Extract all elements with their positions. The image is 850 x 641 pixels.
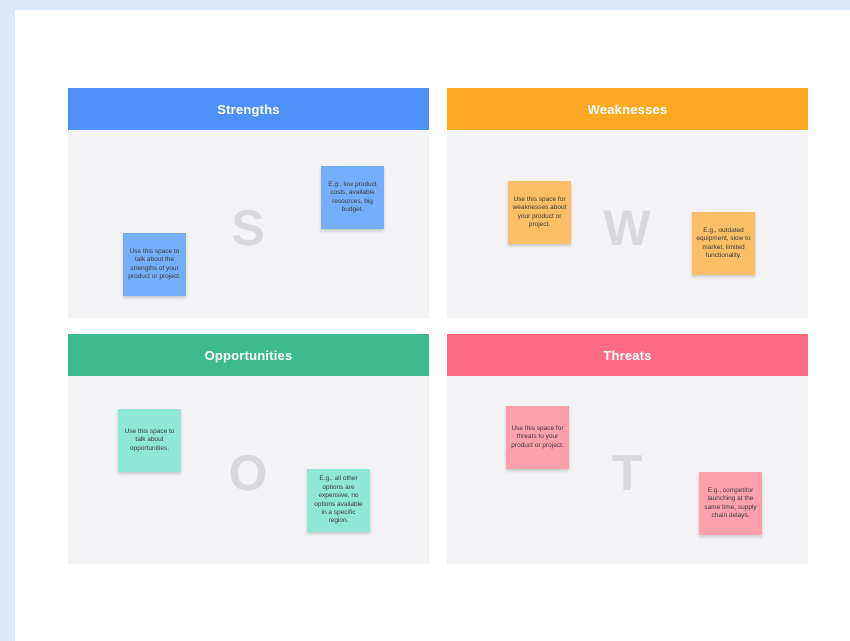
opportunities-quadrant: Opportunities O Use this space to talk a… [68, 334, 429, 564]
weaknesses-letter: W [603, 200, 651, 256]
weaknesses-quadrant: Weaknesses W Use this space for weakness… [447, 88, 808, 318]
whiteboard-canvas[interactable]: Strengths S E.g., low product costs, ava… [15, 10, 850, 641]
threats-body[interactable]: T Use this space for threats to your pro… [447, 376, 808, 564]
sticky-note[interactable]: E.g., outdated equipment, slow to market… [692, 212, 755, 275]
sticky-note[interactable]: Use this space to talk about the strengt… [123, 233, 186, 296]
sticky-note[interactable]: Use this space to talk about opportuniti… [118, 409, 181, 472]
opportunities-title: Opportunities [204, 347, 293, 363]
strengths-quadrant: Strengths S E.g., low product costs, ava… [68, 88, 429, 318]
threats-quadrant: Threats T Use this space for threats to … [447, 334, 808, 564]
threats-title: Threats [603, 347, 652, 363]
sticky-note-text: E.g., all other options are expensive, n… [314, 475, 363, 525]
strengths-title: Strengths [217, 101, 280, 117]
weaknesses-body[interactable]: W Use this space for weaknesses about yo… [447, 130, 808, 318]
strengths-header[interactable]: Strengths [68, 88, 429, 130]
sticky-note[interactable]: Use this space for threats to your produ… [506, 406, 569, 469]
sticky-note-text: Use this space for weaknesses about your… [512, 195, 567, 228]
sticky-note-text: E.g., competitor launching at the same t… [704, 486, 757, 519]
threats-letter: T [611, 445, 643, 501]
weaknesses-title: Weaknesses [587, 101, 668, 117]
sticky-note-text: E.g., low product costs, available resou… [328, 180, 377, 213]
strengths-body[interactable]: S E.g., low product costs, available res… [68, 130, 429, 318]
sticky-note-text: Use this space to talk about the strengt… [128, 247, 181, 280]
sticky-note[interactable]: E.g., competitor launching at the same t… [699, 472, 762, 535]
sticky-note[interactable]: Use this space for weaknesses about your… [508, 181, 571, 244]
sticky-note[interactable]: E.g., low product costs, available resou… [321, 166, 384, 229]
opportunities-body[interactable]: O Use this space to talk about opportuni… [68, 376, 429, 564]
opportunities-letter: O [228, 445, 268, 501]
strengths-letter: S [231, 200, 265, 256]
weaknesses-header[interactable]: Weaknesses [447, 88, 808, 130]
sticky-note[interactable]: E.g., all other options are expensive, n… [307, 469, 370, 532]
sticky-note-text: Use this space to talk about opportuniti… [124, 427, 175, 452]
opportunities-header[interactable]: Opportunities [68, 334, 429, 376]
sticky-note-text: Use this space for threats to your produ… [511, 424, 564, 449]
sticky-note-text: E.g., outdated equipment, slow to market… [696, 226, 751, 259]
threats-header[interactable]: Threats [447, 334, 808, 376]
